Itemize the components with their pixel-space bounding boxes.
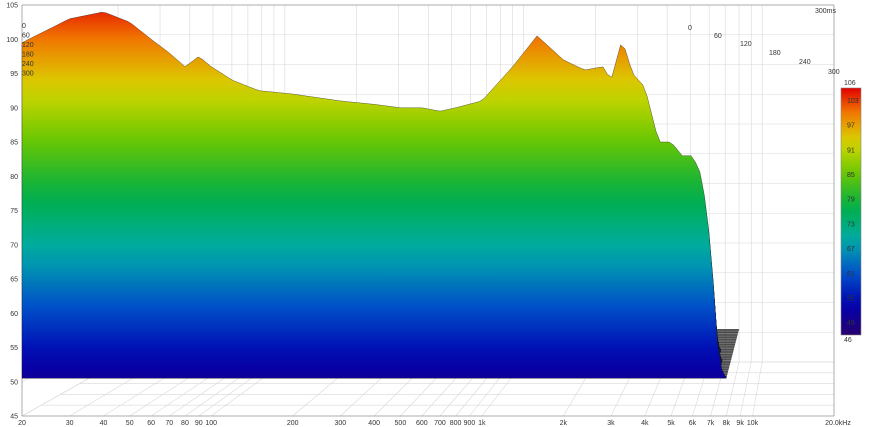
- y-tick-label: 90: [10, 105, 18, 112]
- x-tick-label: 40: [100, 420, 108, 427]
- colorbar-tick-label: 49: [847, 320, 855, 327]
- x-tick-label: 90: [195, 420, 203, 427]
- depth-tick-label: 240: [22, 61, 34, 68]
- x-tick-label: 400: [368, 420, 380, 427]
- y-tick-label: 55: [10, 345, 18, 352]
- x-tick-label: 900: [464, 420, 476, 427]
- x-tick-label: 20: [18, 420, 26, 427]
- waterfall-chart: 20 30 40 50 60 70 80 90 100 200 300 400 500 600 700 800…: [6, 3, 862, 427]
- depth-axis-label: 60: [714, 33, 722, 40]
- y-tick-label: 95: [10, 71, 18, 78]
- x-tick-label: 800: [450, 420, 462, 427]
- y-tick-label: 60: [10, 311, 18, 318]
- x-tick-label: 200: [287, 420, 299, 427]
- x-tick-label: 60: [147, 420, 155, 427]
- x-tick-label: 10k: [747, 420, 759, 427]
- x-tick-label: 300: [334, 420, 346, 427]
- depth-axis-label: 300: [828, 69, 840, 76]
- floor-gridline: [752, 361, 763, 417]
- x-tick-label: 600: [416, 420, 428, 427]
- x-tick-label: 8k: [723, 420, 731, 427]
- colorbar-tick-label: 106: [844, 80, 856, 87]
- y-tick-label: 45: [10, 414, 18, 421]
- depth-axis-label: 0: [688, 25, 692, 32]
- colorbar-tick-label: 91: [847, 147, 855, 154]
- x-tick-label: 3k: [607, 420, 615, 427]
- colorbar-tick-label: 67: [847, 246, 855, 253]
- x-tick-label: 5k: [667, 420, 675, 427]
- colorbar-tick-label: 103: [847, 98, 859, 105]
- x-tick-label: 4k: [641, 420, 649, 427]
- waterfall-surface: [21, 12, 739, 379]
- x-tick-label: 1k: [478, 420, 486, 427]
- x-tick-label: 7k: [707, 420, 715, 427]
- depth-tick-label: 120: [22, 42, 34, 49]
- y-tick-label: 105: [6, 3, 18, 10]
- x-tick-label: 30: [66, 420, 74, 427]
- y-tick-label: 65: [10, 277, 18, 284]
- depth-tick-label: 60: [22, 33, 30, 40]
- colorbar-tick-label: 61: [847, 271, 855, 278]
- x-tick-label: 80: [181, 420, 189, 427]
- x-tick-label: 500: [395, 420, 407, 427]
- x-tick-label: 70: [165, 420, 173, 427]
- x-tick-label: 700: [434, 420, 446, 427]
- colorbar-tick-label: 79: [847, 197, 855, 204]
- depth-tick-label: 0: [22, 23, 26, 30]
- waterfall-plot-area: 20 30 40 50 60 70 80 90 100 200 300 400 500 600 700 800…: [0, 0, 877, 427]
- y-tick-label: 85: [10, 140, 18, 147]
- colorbar-tick-label: 46: [844, 337, 852, 344]
- y-tick-label: 100: [6, 37, 18, 44]
- depth-tick-label: 300: [22, 71, 34, 78]
- colorbar-tick-label: 85: [847, 172, 855, 179]
- colorbar: 106 103 97 91 85 79 73 67 61 55 49 46: [840, 80, 862, 344]
- y-tick-label: 70: [10, 242, 18, 249]
- y-tick-label: 80: [10, 174, 18, 181]
- x-tick-label: 9k: [736, 420, 744, 427]
- waterfall-slice: [21, 12, 727, 379]
- colorbar-tick-label: 73: [847, 221, 855, 228]
- x-tick-label: 100: [205, 420, 217, 427]
- time-range-label: 300ms: [815, 8, 837, 15]
- depth-axis-label: 180: [769, 50, 781, 57]
- x-unit-label: 20.0kHz: [825, 420, 851, 427]
- floor-gridline: [739, 361, 752, 417]
- colorbar-tick-label: 55: [847, 295, 855, 302]
- x-tick-label: 50: [126, 420, 134, 427]
- y-tick-label: 75: [10, 208, 18, 215]
- depth-axis-label: 120: [740, 41, 752, 48]
- floor-gridline: [725, 361, 740, 417]
- x-tick-label: 6k: [689, 420, 697, 427]
- y-tick-label: 50: [10, 379, 18, 386]
- depth-axis-label: 240: [799, 59, 811, 66]
- depth-tick-label: 180: [22, 52, 34, 59]
- colorbar-tick-label: 97: [847, 123, 855, 130]
- x-tick-label: 2k: [560, 420, 568, 427]
